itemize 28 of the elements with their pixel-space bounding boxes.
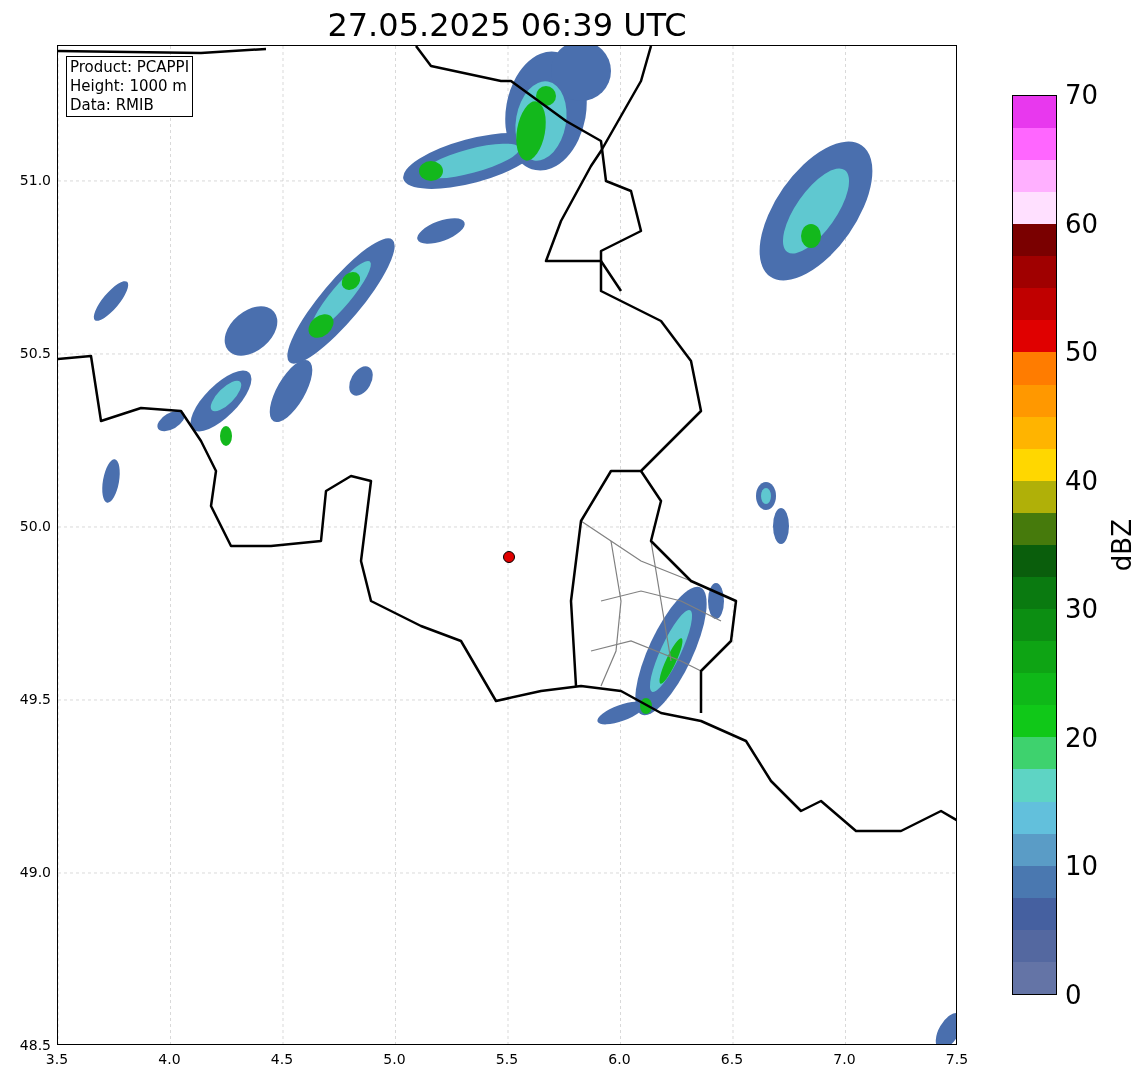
x-tick-label: 4.5 [270, 1051, 294, 1067]
colorbar-tick-label: 10 [1065, 851, 1099, 882]
colorbar-tick-label: 20 [1065, 722, 1099, 753]
y-tick-label: 48.5 [19, 1037, 51, 1053]
x-tick-label: 5.5 [495, 1051, 519, 1067]
info-text: Data: RMIB [70, 96, 155, 115]
y-tick-label: 51.0 [19, 171, 51, 188]
colorbar-tick-label: 40 [1065, 465, 1099, 496]
colorbar-tick-label: 50 [1065, 337, 1099, 368]
colorbar-tick-label: 30 [1065, 594, 1099, 625]
x-tick-label: 4.0 [158, 1051, 181, 1067]
info-text: Product: PCAPPI [70, 58, 190, 77]
x-tick-label: 6.0 [608, 1051, 631, 1067]
x-tick-label: 5.0 [383, 1051, 406, 1067]
colorbar-tick-label: 60 [1065, 208, 1099, 239]
x-tick-label: 6.5 [720, 1051, 744, 1067]
x-tick-label: 3.5 [45, 1051, 69, 1067]
y-tick-label: 50.5 [19, 344, 51, 361]
colorbar-tick-label: 0 [1065, 980, 1082, 1010]
y-tick-label: 49.0 [19, 864, 51, 880]
x-tick-label: 7.5 [945, 1051, 969, 1067]
colorbar-label: dBZ [1107, 518, 1137, 572]
chart-title: 27.05.2025 06:39 UTC [327, 5, 687, 45]
colorbar-tick-label: 70 [1065, 80, 1099, 110]
info-text: Height: 1000 m [70, 77, 188, 96]
x-tick-label: 7.0 [833, 1051, 856, 1067]
y-tick-label: 50.0 [19, 517, 51, 534]
y-tick-label: 49.5 [19, 690, 51, 707]
